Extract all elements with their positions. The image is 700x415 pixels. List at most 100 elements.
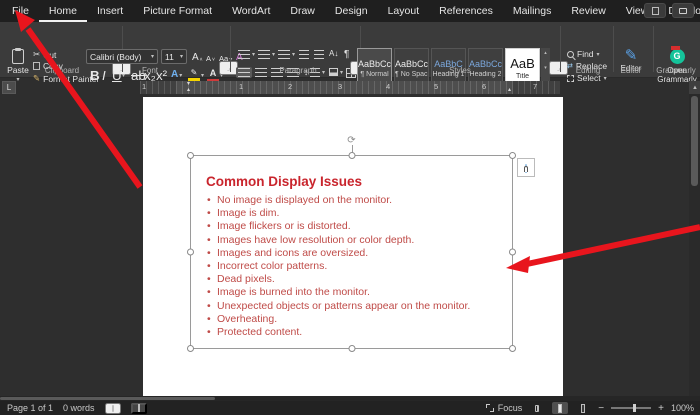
read-mode-button[interactable] (529, 402, 545, 414)
ruler-margin-number: 1 (142, 82, 146, 91)
resize-handle-bottom-center[interactable] (348, 345, 355, 352)
italic-button[interactable]: I (102, 68, 106, 82)
document-page[interactable]: ⟳ Common Display Issues •No image is dis… (143, 97, 563, 396)
group-separator (560, 26, 561, 72)
bullet-item: •Images have low resolution or color dep… (207, 234, 470, 247)
bullet-item: •Images and icons are oversized. (207, 247, 470, 260)
align-left-button[interactable] (236, 67, 252, 78)
zoom-slider[interactable] (611, 407, 651, 409)
styles-group-label: Styles (420, 66, 500, 75)
rotate-handle-icon[interactable]: ⟳ (347, 136, 355, 146)
horizontal-ruler[interactable]: 1 1234567 ▾ ▴ ▴ (140, 81, 560, 94)
editor-pen-icon: ✎ (625, 49, 638, 62)
bullet-text: Image is dim. (217, 207, 279, 219)
resize-handle-bottom-right[interactable] (509, 345, 516, 352)
focus-mode-button[interactable]: Focus (486, 403, 523, 413)
numbered-list-icon (258, 50, 270, 59)
select-icon (567, 75, 574, 82)
vertical-scrollbar[interactable]: ▲ (689, 81, 700, 396)
sort-button[interactable]: A↓ (327, 48, 340, 59)
page-count-status[interactable]: Page 1 of 1 (7, 403, 53, 413)
align-left-icon (238, 68, 250, 77)
ribbon-tab[interactable]: Design (325, 0, 378, 22)
font-name-combo[interactable]: Calibri (Body)▾ (86, 49, 158, 64)
dropdown-chevron: ▾ (151, 53, 154, 60)
style-name: Title (516, 73, 529, 80)
bullet-text: Incorrect color patterns. (217, 260, 327, 272)
dropdown-chevron: ▾ (16, 76, 19, 83)
style-sample-text: AaB (510, 56, 535, 71)
cut-button[interactable]: ✂Cut (33, 49, 56, 60)
shrink-font-button[interactable]: A˅ (206, 49, 215, 63)
bullet-text: No image is displayed on the monitor. (217, 194, 392, 206)
decrease-indent-button[interactable] (297, 49, 311, 60)
resize-handle-middle-left[interactable] (187, 249, 194, 256)
ribbon-tab[interactable]: Picture Format (133, 0, 222, 22)
zoom-out-button[interactable]: − (598, 403, 604, 414)
sort-icon: A↓ (329, 49, 338, 58)
accessibility-status-button[interactable] (131, 403, 147, 414)
resize-handle-top-left[interactable] (187, 152, 194, 159)
bullet-marker: • (207, 300, 217, 313)
zoom-level-button[interactable]: 100% (671, 403, 694, 413)
tabbar-right-buttons (644, 3, 694, 18)
bullet-item: •Protected content. (207, 326, 470, 339)
ribbon-tab[interactable]: References (429, 0, 503, 22)
ribbon-tab[interactable]: Layout (378, 0, 430, 22)
scroll-up-icon[interactable]: ▲ (689, 81, 700, 94)
resize-handle-top-center[interactable] (348, 152, 355, 159)
multilevel-list-button[interactable]: ▾ (276, 49, 297, 60)
font-size-combo[interactable]: 11▾ (161, 49, 187, 64)
multilevel-list-icon (278, 50, 290, 59)
horizontal-scrollbar-thumb[interactable] (0, 397, 215, 400)
hanging-indent-marker[interactable]: ▴ (187, 87, 190, 93)
pilcrow-button[interactable]: ¶ (342, 48, 351, 61)
resize-handle-bottom-left[interactable] (187, 345, 194, 352)
share-button[interactable] (644, 3, 666, 18)
pilcrow-icon: ¶ (344, 49, 349, 60)
grammarly-g-icon: G (670, 49, 685, 64)
bullet-text: Image is burned into the monitor. (217, 286, 370, 298)
resize-handle-middle-right[interactable] (509, 249, 516, 256)
zoom-in-button[interactable]: + (658, 403, 664, 414)
bullet-text: Unexpected objects or patterns appear on… (217, 300, 470, 312)
ribbon-tab[interactable]: File (2, 0, 39, 22)
ribbon-tab[interactable]: Mailings (503, 0, 562, 22)
bullets-button[interactable]: ▾ (236, 49, 257, 60)
increase-indent-icon (314, 50, 324, 59)
bold-button[interactable]: B (90, 68, 100, 82)
bullet-text: Images and icons are oversized. (217, 247, 368, 259)
ribbon-tab[interactable]: WordArt (222, 0, 280, 22)
right-indent-marker[interactable]: ▴ (508, 87, 511, 93)
bullet-text: Images have low resolution or color dept… (217, 234, 414, 246)
layout-options-button[interactable] (517, 158, 535, 177)
ribbon-tab[interactable]: Draw (280, 0, 325, 22)
ribbon-tab[interactable]: Home (39, 0, 87, 22)
tab-stop-selector[interactable]: L (2, 81, 16, 94)
collapse-ribbon-button[interactable]: ▴ (670, 65, 686, 75)
numbering-button[interactable]: ▾ (256, 49, 277, 60)
vertical-scrollbar-thumb[interactable] (691, 96, 698, 186)
print-layout-button[interactable] (552, 402, 568, 414)
print-layout-icon (558, 404, 562, 413)
web-layout-button[interactable] (575, 402, 591, 414)
bullet-text: Overheating. (217, 313, 277, 325)
find-button[interactable]: Find▾ (567, 49, 600, 59)
ribbon-tab[interactable]: Insert (87, 0, 133, 22)
bullet-marker: • (207, 286, 217, 299)
status-bar-left: Page 1 of 1 0 words (0, 403, 147, 414)
proofing-status-button[interactable] (105, 403, 121, 414)
resize-handle-top-right[interactable] (509, 152, 516, 159)
highlight-button[interactable]: ✎▾ (188, 68, 204, 82)
selected-text-box[interactable]: ⟳ Common Display Issues •No image is dis… (190, 155, 513, 349)
ruler-ticks (140, 81, 560, 94)
increase-indent-button[interactable] (312, 49, 326, 60)
ribbon-tab[interactable]: Review (561, 0, 615, 22)
bullet-marker: • (207, 234, 217, 247)
grow-font-button[interactable]: A˄ (192, 49, 203, 63)
word-count-status[interactable]: 0 words (63, 403, 95, 413)
editing-group-label: Editing (565, 66, 611, 75)
zoom-slider-thumb[interactable] (633, 404, 636, 412)
comments-button[interactable] (672, 3, 694, 18)
bullet-item: •Overheating. (207, 313, 470, 326)
